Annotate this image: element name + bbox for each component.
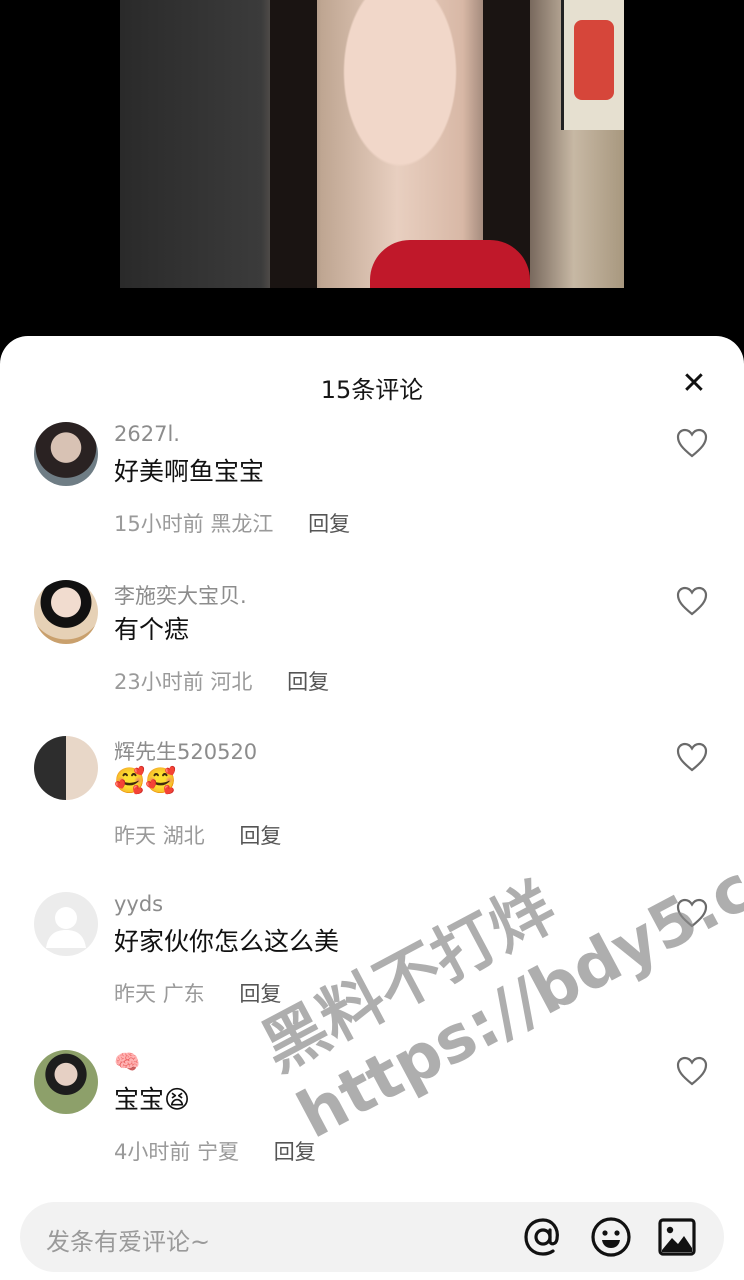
comment-location: 黑龙江 <box>210 512 274 536</box>
comment-meta: 昨天 湖北 回复 <box>114 820 281 850</box>
comment-location: 湖北 <box>162 824 205 848</box>
default-avatar-icon <box>46 907 86 948</box>
avatar[interactable] <box>34 892 98 956</box>
comment-username[interactable]: 🧠 <box>114 1050 140 1075</box>
comment-username[interactable]: 辉先生520520 <box>114 736 257 766</box>
comments-count-title: 15条评论 <box>320 376 424 404</box>
heart-icon[interactable] <box>676 1056 708 1086</box>
comment-username[interactable]: 2627l. <box>114 422 180 446</box>
comment-text: 好家伙你怎么这么美 <box>114 927 340 956</box>
comment-username[interactable]: yyds <box>114 892 163 916</box>
comment-text: 宝宝😫 <box>114 1085 191 1114</box>
avatar[interactable] <box>34 1050 98 1114</box>
reply-button[interactable]: 回复 <box>239 824 281 848</box>
comment-location: 广东 <box>162 982 205 1006</box>
heart-icon[interactable] <box>676 428 708 458</box>
comment-meta: 昨天 广东 回复 <box>114 978 281 1008</box>
reply-button[interactable]: 回复 <box>239 982 281 1006</box>
comment-time: 4小时前 <box>114 1140 191 1164</box>
comment-text: 🥰🥰 <box>114 766 177 795</box>
comment-text: 好美啊鱼宝宝 <box>114 457 265 486</box>
image-icon[interactable] <box>656 1216 698 1258</box>
video-area[interactable] <box>0 0 744 340</box>
heart-icon[interactable] <box>676 586 708 616</box>
avatar[interactable] <box>34 736 98 800</box>
comment-time: 23小时前 <box>114 670 204 694</box>
comment-location: 河北 <box>210 670 253 694</box>
comment-input[interactable]: 发条有爱评论~ <box>46 1222 210 1257</box>
video-background-poster <box>561 0 624 130</box>
video-frame[interactable] <box>120 0 624 288</box>
comment-text: 有个痣 <box>114 615 190 644</box>
avatar[interactable] <box>34 422 98 486</box>
comment-input-bar[interactable]: 发条有爱评论~ <box>20 1202 724 1272</box>
comment-meta: 23小时前 河北 回复 <box>114 666 329 696</box>
reply-button[interactable]: 回复 <box>274 1140 316 1164</box>
comment-meta: 4小时前 宁夏 回复 <box>114 1136 316 1166</box>
heart-icon[interactable] <box>676 742 708 772</box>
comment-time: 昨天 <box>114 824 156 848</box>
avatar[interactable] <box>34 580 98 644</box>
heart-icon[interactable] <box>676 898 708 928</box>
comment-time: 昨天 <box>114 982 156 1006</box>
at-icon[interactable] <box>522 1216 564 1258</box>
comment-location: 宁夏 <box>197 1140 240 1164</box>
comment-username[interactable]: 李施奕大宝贝. <box>114 580 247 610</box>
comments-sheet: 15条评论 ✕ 2627l. 好美啊鱼宝宝 15小时前 黑龙江 回复 李施奕大宝… <box>0 336 744 1280</box>
emoji-icon[interactable] <box>590 1216 632 1258</box>
comment-meta: 15小时前 黑龙江 回复 <box>114 508 350 538</box>
reply-button[interactable]: 回复 <box>308 512 350 536</box>
reply-button[interactable]: 回复 <box>287 670 329 694</box>
close-icon[interactable]: ✕ <box>680 369 708 399</box>
comment-time: 15小时前 <box>114 512 204 536</box>
video-subject-dress <box>370 240 530 288</box>
